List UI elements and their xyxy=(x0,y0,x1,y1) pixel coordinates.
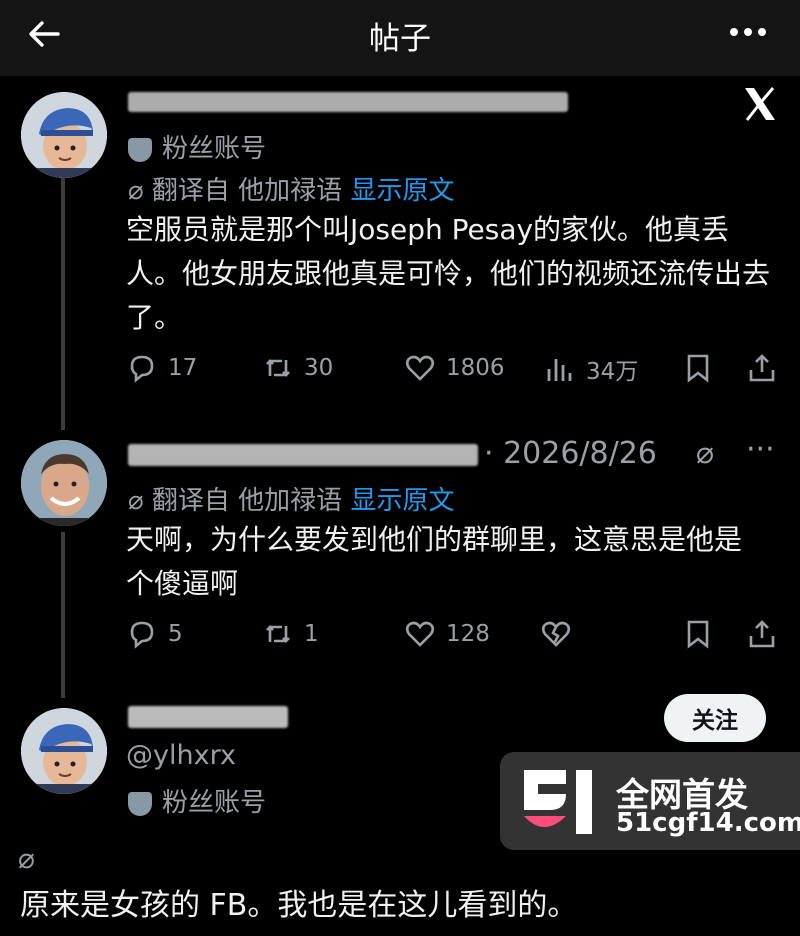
reply-button[interactable]: 17 xyxy=(126,352,197,384)
retweet-button[interactable]: 30 xyxy=(262,352,333,384)
views-icon xyxy=(547,359,572,381)
tweet-actions: 17 30 1806 34万 xyxy=(126,352,786,392)
tweet-text: 天啊，为什么要发到他们的群聊里，这意思是他是个傻逼啊 xyxy=(126,523,743,600)
retweet-icon xyxy=(266,625,290,643)
watermark-overlay: 全网首发 51cgf14.com xyxy=(500,752,800,850)
broken-heart-icon xyxy=(541,621,571,647)
thread-line xyxy=(61,178,65,430)
redacted-username xyxy=(128,92,568,112)
heart-icon xyxy=(405,355,435,381)
watermark-logo-icon xyxy=(524,770,592,834)
share-button[interactable] xyxy=(746,618,788,650)
redacted-username xyxy=(128,444,478,466)
translate-icon: ⌀ xyxy=(128,486,152,516)
bookmark-icon xyxy=(687,620,709,649)
like-button[interactable]: 128 xyxy=(404,618,490,650)
translation-line: ⌀ 翻译自 他加禄语 显示原文 xyxy=(128,176,455,206)
reply-button[interactable]: 5 xyxy=(126,618,183,650)
avatar-child[interactable] xyxy=(21,92,107,178)
views-button[interactable]: 34万 xyxy=(544,352,638,386)
tweet-text: 空服员就是那个叫Joseph Pesay的家伙。他真丢人。他女朋友跟他真是可怜，… xyxy=(126,213,771,334)
bookmark-icon xyxy=(687,354,709,383)
theater-mask-icon xyxy=(128,137,152,162)
grok-icon[interactable]: ⌀ xyxy=(696,436,714,471)
share-button[interactable] xyxy=(746,352,788,384)
top-bar: 帖子 xyxy=(0,0,800,76)
share-icon xyxy=(749,620,775,648)
more-options-icon[interactable] xyxy=(728,20,768,44)
retweet-button[interactable]: 1 xyxy=(262,618,319,650)
show-original-link[interactable]: 显示原文 xyxy=(350,176,454,206)
page-title: 帖子 xyxy=(369,21,431,57)
avatar-child[interactable] xyxy=(21,708,107,794)
grok-icon[interactable]: ⌀ xyxy=(18,842,35,875)
reply-icon xyxy=(130,621,154,649)
fan-account-badge: 粉丝账号 xyxy=(128,128,266,165)
fan-account-badge: 粉丝账号 xyxy=(128,782,266,819)
show-original-link[interactable]: 显示原文 xyxy=(350,486,454,516)
bookmark-button[interactable] xyxy=(682,618,724,650)
like-button[interactable]: 1806 xyxy=(404,352,505,384)
avatar-man[interactable] xyxy=(21,440,107,526)
translation-line: ⌀ 翻译自 他加禄语 显示原文 xyxy=(128,486,455,516)
share-icon xyxy=(749,354,775,382)
user-handle: @ylhxrx xyxy=(126,740,236,771)
tweet-text: 原来是女孩的 FB。我也是在这儿看到的。 xyxy=(20,888,578,923)
broken-heart-button[interactable] xyxy=(540,618,582,650)
x-logo-icon xyxy=(745,87,775,121)
theater-mask-icon xyxy=(128,791,152,816)
more-options-icon[interactable]: ··· xyxy=(746,432,775,467)
watermark-url: 51cgf14.com xyxy=(616,808,800,838)
translate-icon: ⌀ xyxy=(128,176,152,206)
redacted-username xyxy=(128,706,288,728)
heart-icon xyxy=(405,621,435,647)
retweet-icon xyxy=(266,359,290,377)
tweet-date: · 2026/8/26 xyxy=(484,436,657,471)
bookmark-button[interactable] xyxy=(682,352,724,384)
thread-line xyxy=(61,532,65,698)
reply-icon xyxy=(130,355,154,383)
follow-button[interactable]: 关注 xyxy=(664,694,766,742)
tweet-actions: 5 1 128 xyxy=(126,618,786,658)
